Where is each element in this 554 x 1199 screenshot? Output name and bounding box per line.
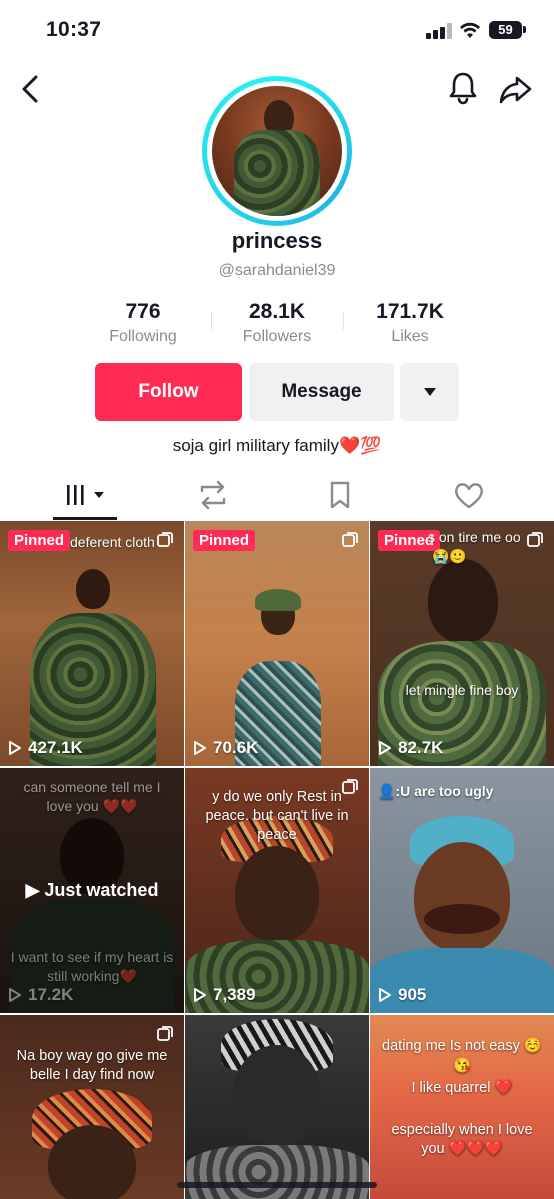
multi-photo-icon — [342, 532, 358, 547]
video-caption: 👤:U are too ugly — [378, 783, 494, 799]
bookmark-icon[interactable] — [305, 470, 375, 520]
avatar[interactable] — [202, 76, 352, 226]
play-icon — [194, 988, 206, 1002]
more-options-button[interactable] — [400, 363, 459, 421]
just-watched-text: Just watched — [44, 880, 159, 900]
status-time: 10:37 — [46, 18, 102, 41]
profile-handle: @sarahdaniel39 — [218, 262, 336, 279]
video-emoji-caption: 😘 — [452, 1058, 472, 1074]
grid-icon[interactable] — [53, 470, 123, 520]
view-count-text: 905 — [398, 985, 427, 1004]
view-count: 905 — [378, 985, 426, 1005]
dropdown-triangle-icon — [424, 388, 436, 396]
share-arrow-icon[interactable] — [498, 72, 534, 106]
wifi-icon — [460, 22, 480, 38]
status-bar: 10:37 59 — [0, 0, 554, 62]
stat-value: 28.1K — [248, 300, 306, 323]
stat-likes[interactable]: 171.7K Likes — [345, 300, 475, 346]
stat-label: Likes — [391, 328, 429, 345]
multi-photo-icon — [157, 1026, 173, 1041]
view-count-text: 427.1K — [28, 738, 83, 757]
view-count: 70.6K — [193, 738, 258, 758]
battery-indicator: 59 — [489, 21, 522, 39]
view-count-text: 70.6K — [213, 738, 259, 757]
cellular-signal-icon — [426, 23, 452, 39]
view-count-text: 7,389 — [213, 985, 256, 1004]
view-count: 82.7K — [378, 738, 443, 758]
pinned-badge: Pinned — [8, 530, 71, 551]
video-caption: Na boy way go give me belle I day find n… — [16, 1048, 168, 1083]
stat-divider — [343, 312, 344, 330]
video-thumbnail[interactable]: Pinned s on tire me oo 😭🙂 let mingle fin… — [370, 521, 554, 766]
video-caption-secondary: let mingle fine boy — [405, 682, 519, 698]
multi-photo-icon — [157, 532, 173, 547]
view-count-text: 82.7K — [398, 738, 444, 757]
notification-bell-icon[interactable] — [446, 70, 480, 106]
video-caption: can someone tell me I love you ❤️❤️ — [23, 779, 161, 814]
stat-label: Followers — [242, 328, 312, 345]
video-caption-secondary: I like quarrel ❤️ — [411, 1080, 513, 1096]
stat-following[interactable]: 776 Following — [78, 300, 208, 346]
battery-cap — [523, 26, 526, 33]
video-thumbnail[interactable]: 👤:U are too ugly 905 — [370, 768, 554, 1013]
multi-photo-icon — [342, 779, 358, 794]
video-caption-secondary: I want to see if my heart is still worki… — [10, 949, 174, 984]
pinned-badge: Pinned — [193, 530, 256, 551]
play-icon — [9, 988, 21, 1002]
stat-value: 171.7K — [376, 300, 444, 323]
content-tabs — [0, 470, 554, 520]
video-caption: dating me Is not easy ☺️ — [382, 1038, 542, 1054]
stat-label: Following — [109, 328, 177, 345]
video-thumbnail[interactable]: Pinned 70.6K — [185, 521, 369, 766]
view-count: 427.1K — [8, 738, 83, 758]
back-arrow-icon[interactable] — [16, 72, 46, 106]
video-caption-tertiary: especially when I love you ❤️❤️❤️ — [391, 1122, 533, 1157]
video-caption: deferent cloth — [70, 534, 155, 550]
profile-display-name: princess — [231, 228, 323, 253]
home-indicator[interactable] — [177, 1182, 377, 1188]
multi-photo-icon — [527, 532, 543, 547]
stat-followers[interactable]: 28.1K Followers — [212, 300, 342, 346]
just-watched-label: ▶ Just watched — [25, 880, 159, 900]
video-thumbnail[interactable]: y do we only Rest in peace. but can't li… — [185, 768, 369, 1013]
video-thumbnail[interactable] — [185, 1015, 369, 1199]
video-caption: y do we only Rest in peace. but can't li… — [205, 789, 349, 843]
follow-button[interactable]: Follow — [95, 363, 242, 421]
video-caption: s on tire me oo — [428, 529, 521, 545]
play-icon — [379, 741, 391, 755]
video-emoji-caption: 😭🙂 — [432, 548, 467, 564]
view-count: 7,389 — [193, 985, 256, 1005]
stat-value: 776 — [125, 300, 161, 323]
profile-bio: soja girl military family❤️💯 — [172, 436, 382, 455]
heart-icon[interactable] — [434, 470, 504, 520]
view-count: 17.2K — [8, 985, 73, 1005]
repost-icon[interactable] — [178, 470, 248, 520]
message-button[interactable]: Message — [249, 363, 394, 421]
play-icon — [9, 741, 21, 755]
video-thumbnail[interactable]: Pinned deferent cloth 427.1K — [0, 521, 184, 766]
video-grid: Pinned deferent cloth 427.1K Pinned 70.6… — [0, 521, 554, 1199]
active-tab-underline — [53, 517, 117, 520]
view-count-text: 17.2K — [28, 985, 74, 1004]
play-icon — [194, 741, 206, 755]
video-thumbnail[interactable]: dating me Is not easy ☺️ 😘 I like quarre… — [370, 1015, 554, 1199]
video-thumbnail[interactable]: Na boy way go give me belle I day find n… — [0, 1015, 184, 1199]
video-thumbnail[interactable]: can someone tell me I love you ❤️❤️ ▶ Ju… — [0, 768, 184, 1013]
play-icon — [379, 988, 391, 1002]
profile-stats: 776 Following 28.1K Followers 171.7K Lik… — [0, 300, 554, 348]
